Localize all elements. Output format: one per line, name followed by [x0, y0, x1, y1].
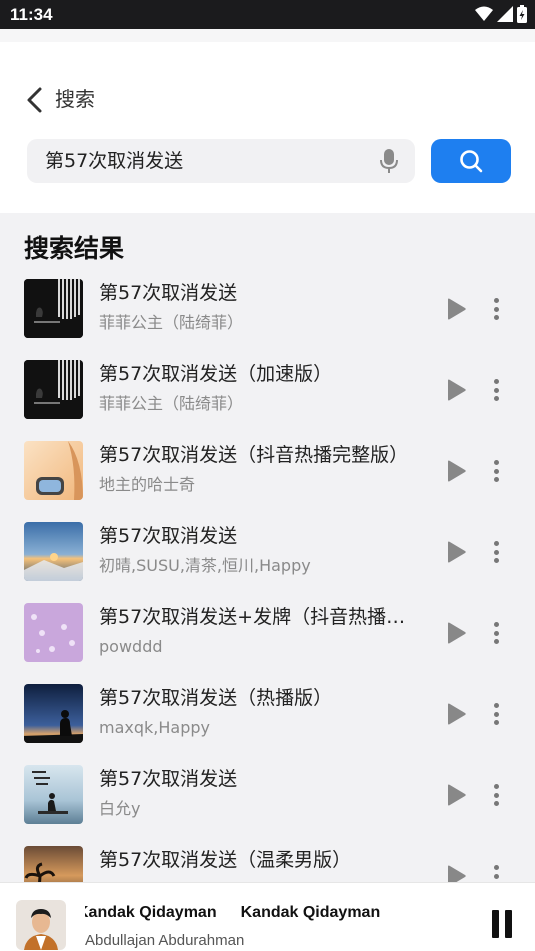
play-icon[interactable]	[444, 378, 468, 402]
song-artist: 初晴,SUSU,清茶,恒川,Happy	[99, 556, 311, 575]
album-cover	[24, 684, 83, 743]
song-artist: powddd	[99, 637, 163, 656]
search-icon	[460, 150, 483, 173]
album-cover	[24, 603, 83, 662]
page-title: 搜索	[55, 87, 95, 111]
more-options-icon[interactable]	[486, 701, 506, 727]
song-artist: maxqk,Happy	[99, 718, 210, 737]
song-title: 第57次取消发送+发牌（抖音热播版）	[99, 606, 424, 628]
song-artist: 白允y	[99, 799, 141, 818]
play-icon[interactable]	[444, 459, 468, 483]
results-list: 第57次取消发送 菲菲公主（陆绮菲） 第57次取消发送（加速版） 菲菲公主（陆绮…	[0, 268, 535, 882]
more-options-icon[interactable]	[486, 782, 506, 808]
list-item[interactable]: 第57次取消发送+发牌（抖音热播版） powddd	[0, 592, 535, 673]
search-input[interactable]: 第57次取消发送	[27, 139, 415, 183]
album-cover	[24, 279, 83, 338]
album-cover	[24, 522, 83, 581]
battery-icon	[517, 5, 527, 23]
list-item[interactable]: 第57次取消发送（抖音热播完整版） 地主的哈士奇	[0, 430, 535, 511]
list-item[interactable]: 第57次取消发送 菲菲公主（陆绮菲）	[0, 268, 535, 349]
list-item[interactable]: 第57次取消发送 初晴,SUSU,清茶,恒川,Happy	[0, 511, 535, 592]
list-item[interactable]: 第57次取消发送（温柔男版）	[0, 835, 535, 882]
song-title: 第57次取消发送	[99, 768, 238, 790]
header-divider	[0, 29, 535, 42]
now-playing-title-b: Kandak Qidayman	[240, 904, 381, 921]
more-options-icon[interactable]	[486, 863, 506, 882]
more-options-icon[interactable]	[486, 458, 506, 484]
header-area	[0, 29, 535, 213]
search-input-value[interactable]: 第57次取消发送	[45, 149, 183, 173]
list-item[interactable]: 第57次取消发送（热播版） maxqk,Happy	[0, 673, 535, 754]
song-artist: 菲菲公主（陆绮菲）	[99, 394, 244, 413]
play-icon[interactable]	[444, 702, 468, 726]
play-icon[interactable]	[444, 621, 468, 645]
song-artist: 地主的哈士奇	[99, 475, 196, 494]
more-options-icon[interactable]	[486, 296, 506, 322]
play-icon[interactable]	[444, 783, 468, 807]
status-icons	[475, 5, 527, 23]
list-item[interactable]: 第57次取消发送 白允y	[0, 754, 535, 835]
pause-icon[interactable]	[490, 910, 514, 938]
song-title: 第57次取消发送	[99, 525, 238, 547]
song-title: 第57次取消发送（热播版）	[99, 687, 333, 709]
album-cover	[24, 360, 83, 419]
now-playing-title: Kandak Qidayman Kandak Qidayman	[85, 903, 460, 923]
signal-icon	[497, 6, 513, 22]
status-bar: 11:34	[0, 0, 535, 29]
wifi-icon	[475, 6, 493, 21]
now-playing-cover[interactable]	[16, 900, 66, 950]
results-title: 搜索结果	[24, 234, 125, 263]
album-cover	[24, 846, 83, 882]
song-title: 第57次取消发送	[99, 282, 238, 304]
play-icon[interactable]	[444, 297, 468, 321]
list-item[interactable]: 第57次取消发送（加速版） 菲菲公主（陆绮菲）	[0, 349, 535, 430]
now-playing-artist: Abdullajan Abdurahman	[85, 932, 245, 949]
play-icon[interactable]	[444, 540, 468, 564]
song-artist: 菲菲公主（陆绮菲）	[99, 313, 244, 332]
more-options-icon[interactable]	[486, 539, 506, 565]
play-icon[interactable]	[444, 864, 468, 882]
status-time: 11:34	[10, 5, 53, 24]
search-button[interactable]	[431, 139, 511, 183]
chevron-left-icon[interactable]	[24, 86, 46, 114]
song-title: 第57次取消发送（抖音热播完整版）	[99, 444, 409, 466]
album-cover	[24, 441, 83, 500]
microphone-icon[interactable]	[379, 149, 399, 173]
now-playing-title-a: Kandak Qidayman	[85, 904, 217, 921]
more-options-icon[interactable]	[486, 377, 506, 403]
more-options-icon[interactable]	[486, 620, 506, 646]
album-cover	[24, 765, 83, 824]
song-title: 第57次取消发送（加速版）	[99, 363, 333, 385]
mini-player[interactable]: Kandak Qidayman Kandak Qidayman Abdullaja…	[0, 882, 535, 951]
song-title: 第57次取消发送（温柔男版）	[99, 849, 352, 871]
